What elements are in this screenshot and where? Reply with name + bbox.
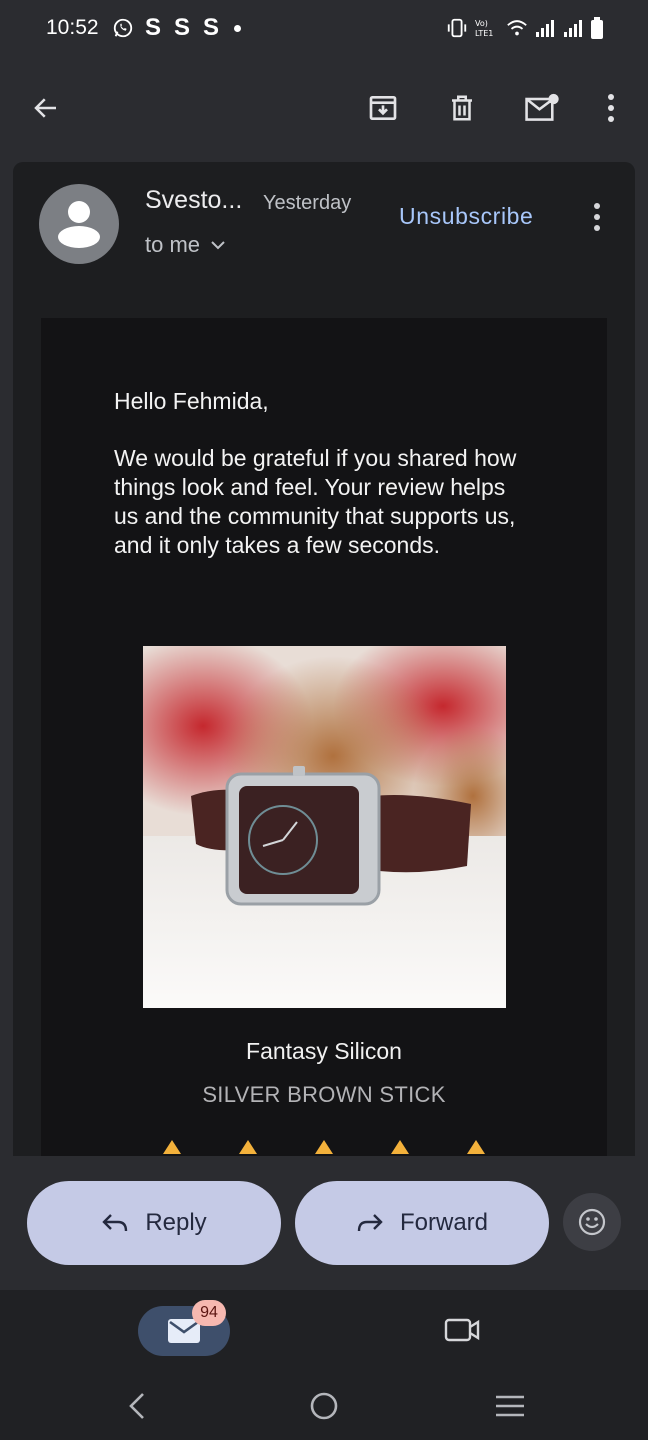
more-notifications-dot — [234, 24, 241, 32]
star-icon[interactable] — [163, 1140, 181, 1154]
unread-count-badge: 94 — [192, 1300, 226, 1326]
recipient-details[interactable]: to me — [145, 232, 226, 258]
more-options-button[interactable] — [589, 86, 633, 130]
signal-icon — [534, 18, 556, 38]
avatar[interactable] — [39, 184, 119, 264]
whatsapp-icon — [112, 17, 134, 39]
bottom-navigation: 94 — [0, 1290, 648, 1372]
star-icon[interactable] — [239, 1140, 257, 1154]
more-vert-icon — [608, 94, 614, 122]
system-icons: Vo) LTE1 — [446, 16, 604, 40]
reply-button[interactable]: Reply — [27, 1181, 281, 1265]
star-icon[interactable] — [391, 1140, 409, 1154]
smiley-icon — [578, 1208, 606, 1236]
home-circle-icon — [310, 1392, 338, 1420]
reply-action-bar: Reply Forward — [0, 1156, 648, 1290]
back-arrow-icon — [34, 98, 56, 118]
battery-icon — [590, 16, 604, 40]
meet-tab[interactable] — [440, 1310, 484, 1350]
system-back-button[interactable] — [112, 1386, 162, 1426]
archive-button[interactable] — [361, 86, 405, 130]
system-recents-button[interactable] — [485, 1386, 535, 1426]
svg-text:Vo): Vo) — [475, 19, 488, 28]
chevron-down-icon — [211, 241, 225, 250]
notification-s-icon: S — [144, 14, 161, 41]
recipient-label: to me — [145, 232, 201, 257]
delete-button[interactable] — [440, 86, 484, 130]
mark-unread-icon — [525, 93, 559, 121]
system-navigation-bar — [0, 1372, 648, 1440]
rating-stars — [163, 1140, 485, 1154]
star-icon[interactable] — [467, 1140, 485, 1154]
chevron-left-icon — [129, 1393, 144, 1419]
signal-icon — [562, 18, 584, 38]
emoji-reaction-button[interactable] — [563, 1193, 621, 1251]
vibrate-icon — [446, 17, 468, 39]
wifi-icon — [506, 18, 528, 38]
delete-icon — [452, 95, 472, 121]
reply-icon — [102, 1214, 128, 1232]
status-bar: 10:52 S S S Vo) LTE1 — [0, 0, 648, 58]
recents-lines-icon — [496, 1395, 524, 1417]
sender-name[interactable]: Svesto... — [145, 186, 242, 215]
email-date: Yesterday — [263, 192, 352, 214]
forward-label: Forward — [399, 1209, 489, 1236]
svg-text:LTE1: LTE1 — [475, 29, 493, 38]
person-icon — [58, 201, 100, 248]
email-more-button[interactable] — [585, 200, 609, 234]
product-name: Fantasy Silicon — [246, 1038, 402, 1064]
email-toolbar — [0, 72, 648, 146]
notification-icons: S S S — [112, 14, 241, 42]
unsubscribe-link[interactable]: Unsubscribe — [399, 203, 533, 230]
watch-photo — [143, 646, 506, 1008]
status-time: 10:52 — [46, 16, 99, 39]
email-card: Svesto... Yesterday to me Unsubscribe He… — [13, 162, 635, 1156]
notification-s-icon: S — [173, 14, 190, 41]
back-button[interactable] — [24, 86, 68, 130]
product-image[interactable] — [143, 646, 506, 1008]
email-greeting: Hello Fehmida, — [114, 388, 269, 414]
star-icon[interactable] — [315, 1140, 333, 1154]
forward-button[interactable]: Forward — [295, 1181, 549, 1265]
product-variant: SILVER BROWN STICK — [202, 1082, 446, 1107]
more-vert-icon — [594, 203, 600, 231]
video-camera-icon — [444, 1318, 480, 1342]
system-home-button[interactable] — [299, 1386, 349, 1426]
archive-icon — [369, 96, 397, 120]
notification-s-icon: S — [202, 14, 219, 41]
reply-label: Reply — [145, 1209, 207, 1236]
email-body-text: We would be grateful if you shared how t… — [114, 445, 517, 558]
volte-icon: Vo) LTE1 — [474, 17, 500, 39]
mark-unread-button[interactable] — [520, 86, 564, 130]
forward-icon — [357, 1214, 383, 1232]
